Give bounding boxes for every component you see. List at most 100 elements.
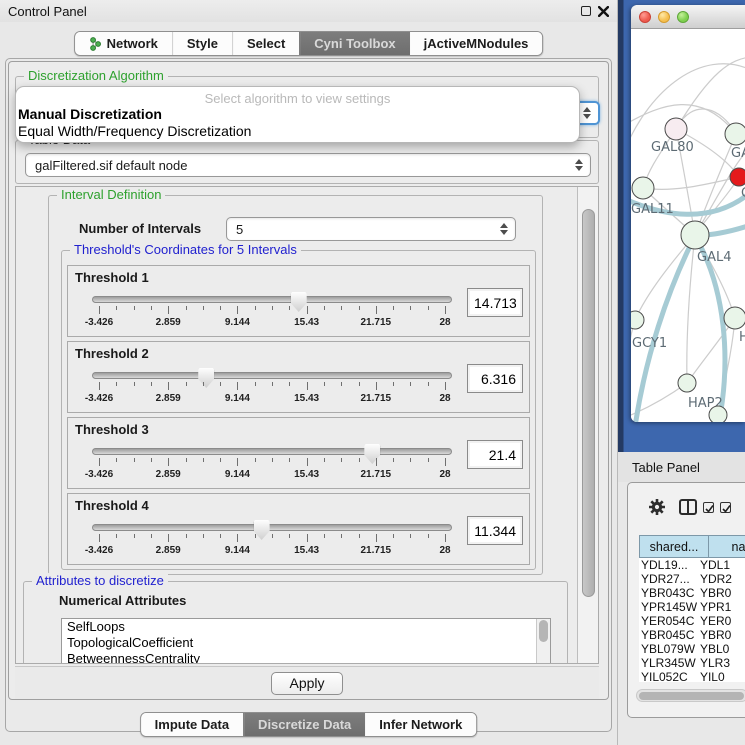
- network-node-h[interactable]: [724, 307, 745, 329]
- threshold-label: Threshold 3: [75, 422, 149, 437]
- slider-track[interactable]: [92, 448, 452, 455]
- cyni-toolbox-panel: Discretization Algorithm Select algorith…: [5, 58, 612, 732]
- slider-ticks: [99, 306, 445, 315]
- slider-tick: [116, 306, 117, 310]
- tab-infer-network[interactable]: Infer Network: [365, 713, 476, 736]
- threshold-value-input[interactable]: [467, 440, 523, 469]
- mac-minimize-button[interactable]: [658, 11, 670, 23]
- scrollbar-thumb[interactable]: [582, 209, 595, 597]
- network-edge[interactable]: [695, 149, 745, 235]
- tab-jactivemnodules[interactable]: jActiveMNodules: [410, 32, 543, 55]
- apply-button[interactable]: Apply: [271, 672, 343, 695]
- attributes-scrollbar[interactable]: [536, 619, 550, 663]
- slider-tick: [255, 458, 256, 462]
- tab-impute-data[interactable]: Impute Data: [141, 713, 243, 736]
- algorithm-option-manual-discretization[interactable]: Manual Discretization: [16, 106, 579, 123]
- network-node-label: GAL80: [651, 140, 694, 155]
- threshold-list: Threshold 1-3.4262.8599.14415.4321.71528…: [62, 265, 535, 565]
- mac-zoom-button[interactable]: [677, 11, 689, 23]
- table-panel-title: Table Panel: [632, 460, 700, 475]
- slider-tick: [255, 382, 256, 386]
- vertical-scrollbar[interactable]: [577, 187, 598, 663]
- table-row[interactable]: YBL079WYBL0: [639, 642, 745, 656]
- table-row[interactable]: YIL052CYIL0: [639, 670, 745, 682]
- mac-close-button[interactable]: [639, 11, 651, 23]
- threshold-value-input[interactable]: [467, 364, 523, 393]
- checkbox-icon[interactable]: [703, 502, 714, 513]
- slider-tick: [307, 382, 308, 390]
- table-cell: YDR27...: [639, 572, 700, 586]
- number-of-intervals-combobox[interactable]: 5: [226, 217, 516, 241]
- network-edge[interactable]: [676, 57, 745, 129]
- threshold-value-input[interactable]: [467, 516, 523, 545]
- network-edge[interactable]: [687, 318, 735, 383]
- column-header-shared[interactable]: shared...: [639, 535, 709, 558]
- gear-icon[interactable]: [648, 498, 666, 516]
- slider-track[interactable]: [92, 524, 452, 531]
- split-view-icon[interactable]: [679, 499, 697, 515]
- network-node-label: C: [741, 186, 745, 201]
- table-header-row: shared...na: [639, 535, 745, 558]
- threshold-label: Threshold 4: [75, 498, 149, 513]
- slider-tick-label: 28: [439, 469, 450, 480]
- table-row[interactable]: YLR345WYLR3: [639, 656, 745, 670]
- column-header-na[interactable]: na: [709, 535, 745, 558]
- network-edge[interactable]: [687, 235, 695, 383]
- threshold-slider[interactable]: -3.4262.8599.14415.4321.71528: [92, 368, 454, 412]
- close-icon[interactable]: [598, 6, 609, 17]
- slider-tick: [99, 534, 100, 542]
- network-node-gal11[interactable]: [632, 177, 654, 199]
- tab-network[interactable]: Network: [75, 32, 172, 55]
- network-node[interactable]: [709, 406, 727, 422]
- table-row[interactable]: YBR045CYBR0: [639, 628, 745, 642]
- network-node-gal4[interactable]: [681, 221, 709, 249]
- slider-tick: [289, 382, 290, 386]
- tab-style[interactable]: Style: [172, 32, 232, 55]
- slider-track[interactable]: [92, 296, 452, 303]
- slider-tick: [341, 382, 342, 386]
- horizontal-scrollbar[interactable]: [636, 689, 745, 702]
- network-node-gcy1[interactable]: [631, 311, 644, 329]
- network-node-c[interactable]: [730, 168, 745, 186]
- network-edge[interactable]: [695, 134, 736, 235]
- apply-bar: Apply: [15, 666, 599, 699]
- slider-tick-label: 2.859: [156, 545, 181, 556]
- network-node-ga[interactable]: [725, 123, 745, 145]
- network-node-gal80[interactable]: [665, 118, 687, 140]
- slider-tick: [220, 458, 221, 462]
- attribute-item-betweennesscentrality[interactable]: BetweennessCentrality: [62, 651, 550, 663]
- tab-discretize-data[interactable]: Discretize Data: [243, 713, 365, 736]
- slider-track[interactable]: [92, 372, 452, 379]
- slider-tick: [341, 458, 342, 462]
- checkbox-icon[interactable]: [720, 502, 731, 513]
- top-tab-bar: Network Style SelectCyni ToolboxjActiveMNo…: [0, 22, 617, 58]
- algorithm-option-equal-width-frequency-discretization[interactable]: Equal Width/Frequency Discretization: [16, 123, 579, 140]
- scrollbar-thumb[interactable]: [639, 692, 744, 700]
- network-edge-highlighted[interactable]: [635, 236, 695, 422]
- float-window-icon[interactable]: [581, 6, 591, 16]
- threshold-slider[interactable]: -3.4262.8599.14415.4321.71528: [92, 292, 454, 336]
- tab-select[interactable]: Select: [232, 32, 299, 55]
- threshold-slider[interactable]: -3.4262.8599.14415.4321.71528: [92, 444, 454, 488]
- table-data-combobox[interactable]: galFiltered.sif default node: [25, 153, 591, 177]
- table-row[interactable]: YDR27...YDR2: [639, 572, 745, 586]
- network-node-hap2[interactable]: [678, 374, 696, 392]
- table-row[interactable]: YPR145WYPR1: [639, 600, 745, 614]
- network-canvas[interactable]: GAL80GACGAL11GAL4GCY1HHAP2: [631, 29, 745, 422]
- network-window-titlebar: [631, 5, 745, 29]
- attribute-item-selfloops[interactable]: SelfLoops: [62, 619, 550, 635]
- table-cell: YBR0: [700, 628, 745, 642]
- slider-tick: [99, 458, 100, 466]
- tab-label: Style: [187, 36, 218, 51]
- table-row[interactable]: YDL19...YDL1: [639, 558, 745, 572]
- table-row[interactable]: YER054CYER0: [639, 614, 745, 628]
- scrollbar-thumb[interactable]: [539, 620, 548, 642]
- threshold-value-input[interactable]: [467, 288, 523, 317]
- attribute-item-topologicalcoefficient[interactable]: TopologicalCoefficient: [62, 635, 550, 651]
- interval-definition-section: Interval Definition Number of Intervals …: [48, 195, 543, 575]
- threshold-slider[interactable]: -3.4262.8599.14415.4321.71528: [92, 520, 454, 564]
- tab-cyni-toolbox[interactable]: Cyni Toolbox: [299, 32, 409, 55]
- table-data-section: Table Data galFiltered.sif default node: [15, 140, 599, 184]
- slider-tick: [134, 534, 135, 538]
- table-row[interactable]: YBR043CYBR0: [639, 586, 745, 600]
